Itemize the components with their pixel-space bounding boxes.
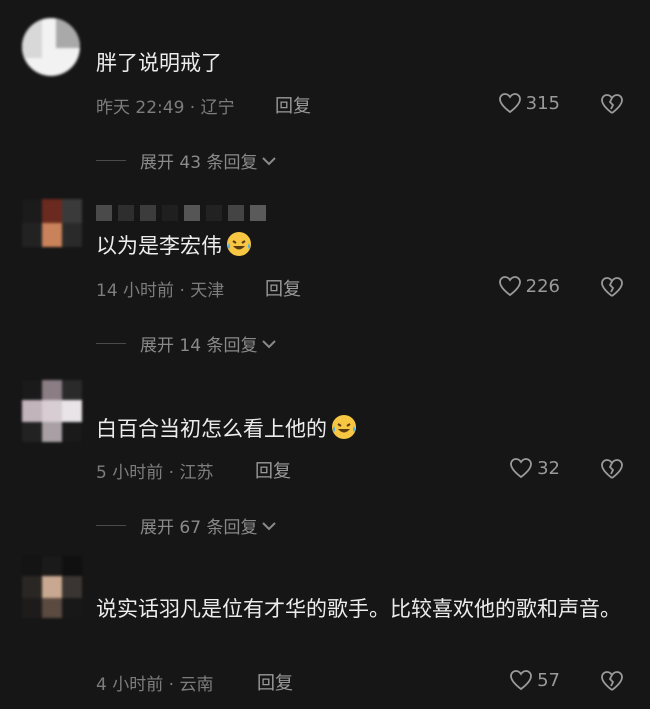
expand-label: 展开 14 条回复 <box>140 336 258 356</box>
like-button[interactable]: 32 <box>509 457 560 479</box>
comment-text: 说实话羽凡是位有才华的歌手。比较喜欢他的歌和声音。 <box>96 597 621 621</box>
like-button[interactable]: 57 <box>509 669 560 691</box>
meta-separator: · <box>163 463 180 483</box>
like-count: 57 <box>537 669 560 691</box>
expand-label: 展开 67 条回复 <box>140 518 258 538</box>
comment-body: 以为是李宏伟 <box>96 234 222 258</box>
reply-button[interactable]: 回复 <box>265 275 301 301</box>
like-count: 315 <box>525 92 560 114</box>
meta-separator: · <box>174 281 191 301</box>
comment-location: 辽宁 <box>200 98 235 118</box>
comment-text: 以为是李宏伟 <box>96 229 626 263</box>
comment-time: 4 小时前 <box>96 675 164 695</box>
expand-replies-button[interactable]: 展开 43 条回复 <box>96 148 277 173</box>
chevron-down-icon <box>262 156 277 165</box>
chevron-down-icon <box>262 339 277 348</box>
avatar[interactable] <box>22 380 82 442</box>
comment-time: 昨天 22:49 <box>96 98 185 118</box>
comment-text: 白百合当初怎么看上他的 <box>96 412 626 446</box>
comment-time: 14 小时前 <box>96 281 175 301</box>
comment-meta: 4 小时前 · 云南 <box>96 670 213 695</box>
divider-line <box>96 160 126 161</box>
reply-button[interactable]: 回复 <box>275 92 311 118</box>
broken-heart-icon[interactable] <box>600 669 624 693</box>
broken-heart-icon[interactable] <box>600 457 624 481</box>
reply-button[interactable]: 回复 <box>255 457 291 483</box>
comment-meta: 昨天 22:49 · 辽宁 <box>96 93 235 118</box>
divider-line <box>96 343 126 344</box>
comment-meta: 14 小时前 · 天津 <box>96 276 224 301</box>
reply-button[interactable]: 回复 <box>257 669 293 695</box>
heart-icon <box>498 276 521 297</box>
comment-body: 白百合当初怎么看上他的 <box>96 417 327 441</box>
avatar[interactable] <box>22 199 82 247</box>
comment-location: 云南 <box>179 675 214 695</box>
comment-time: 5 小时前 <box>96 463 164 483</box>
comment-text: 胖了说明戒了 <box>96 51 222 75</box>
broken-heart-icon[interactable] <box>600 92 624 116</box>
comment-location: 天津 <box>190 281 225 301</box>
expand-replies-button[interactable]: 展开 14 条回复 <box>96 331 277 356</box>
laughing-tears-emoji <box>227 232 251 256</box>
avatar[interactable] <box>22 18 80 76</box>
like-count: 226 <box>525 275 560 297</box>
expand-label: 展开 43 条回复 <box>140 153 258 173</box>
meta-separator: · <box>163 675 180 695</box>
expand-replies-button[interactable]: 展开 67 条回复 <box>96 513 277 538</box>
like-count: 32 <box>537 457 560 479</box>
heart-icon <box>498 93 521 114</box>
comment-location: 江苏 <box>179 463 214 483</box>
heart-icon <box>510 458 532 479</box>
like-button[interactable]: 226 <box>498 275 560 297</box>
meta-separator: · <box>184 98 201 118</box>
username-redacted[interactable] <box>96 202 272 221</box>
heart-icon <box>510 670 532 691</box>
comment-meta: 5 小时前 · 江苏 <box>96 458 213 483</box>
divider-line <box>96 525 126 526</box>
like-button[interactable]: 315 <box>498 92 560 114</box>
laughing-tears-emoji <box>332 415 356 439</box>
chevron-down-icon <box>262 521 277 530</box>
avatar[interactable] <box>22 556 82 618</box>
broken-heart-icon[interactable] <box>600 275 624 299</box>
